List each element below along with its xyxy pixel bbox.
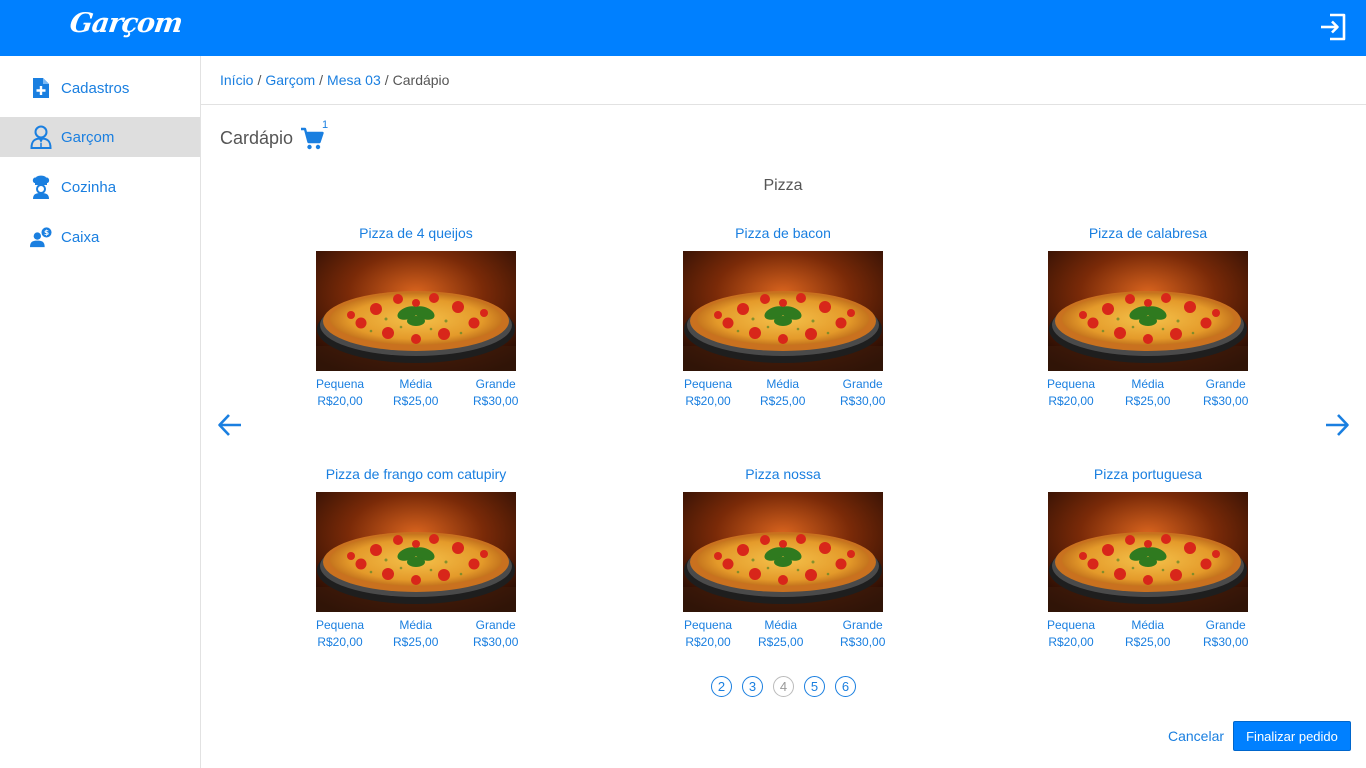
cart-badge: 1 — [322, 119, 329, 131]
waiter-icon — [30, 125, 52, 149]
breadcrumb-current: Cardápio — [392, 72, 450, 88]
top-bar: Garçom — [0, 0, 1366, 56]
sidebar-item-cozinha[interactable]: Cozinha — [0, 167, 200, 207]
price-large[interactable]: Grande R$30,00 — [1203, 617, 1248, 651]
price-large[interactable]: Grande R$30,00 — [840, 617, 885, 651]
page-button-5[interactable]: 5 — [804, 676, 825, 697]
pizza-image[interactable] — [1048, 492, 1248, 612]
arrow-right-icon[interactable] — [1323, 411, 1351, 439]
sidebar-item-cadastros[interactable]: Cadastros — [0, 68, 200, 108]
price-medium[interactable]: Média R$25,00 — [1125, 376, 1170, 410]
price-small[interactable]: Pequena R$20,00 — [684, 376, 732, 410]
sidebar: Cadastros Garçom Cozinha $ Caixa — [0, 56, 201, 768]
menu-item-name[interactable]: Pizza portuguesa — [1043, 466, 1253, 482]
menu-item-name[interactable]: Pizza de 4 queijos — [311, 225, 521, 241]
sidebar-item-label: Cozinha — [61, 178, 117, 196]
price-medium[interactable]: Média R$25,00 — [393, 376, 438, 410]
logout-icon[interactable] — [1318, 12, 1348, 42]
header-divider — [201, 104, 1366, 105]
arrow-left-icon[interactable] — [216, 411, 244, 439]
page-button-6[interactable]: 6 — [835, 676, 856, 697]
breadcrumb-garcom[interactable]: Garçom — [265, 72, 315, 88]
pizza-image[interactable] — [1048, 251, 1248, 371]
menu-item-name[interactable]: Pizza de bacon — [678, 225, 888, 241]
document-add-icon — [30, 77, 52, 99]
breadcrumb-mesa[interactable]: Mesa 03 — [327, 72, 381, 88]
page-title: Cardápio — [220, 128, 294, 148]
pizza-image[interactable] — [683, 251, 883, 371]
price-small[interactable]: Pequena R$20,00 — [684, 617, 732, 651]
price-medium[interactable]: Média R$25,00 — [758, 617, 803, 651]
price-medium[interactable]: Média R$25,00 — [1125, 617, 1170, 651]
menu-item-name[interactable]: Pizza de calabresa — [1043, 225, 1253, 241]
app-logo[interactable]: Garçom — [68, 8, 184, 39]
svg-text:$: $ — [44, 228, 49, 237]
page-button-4-current[interactable]: 4 — [773, 676, 794, 697]
price-large[interactable]: Grande R$30,00 — [473, 617, 518, 651]
sidebar-item-label: Caixa — [61, 228, 100, 246]
breadcrumb-separator: / — [257, 72, 262, 88]
sidebar-item-label: Garçom — [61, 128, 115, 146]
breadcrumb-separator: / — [319, 72, 324, 88]
price-small[interactable]: Pequena R$20,00 — [316, 376, 364, 410]
sidebar-item-label: Cadastros — [61, 79, 130, 97]
cashier-icon: $ — [30, 226, 52, 248]
breadcrumb-separator: / — [384, 72, 389, 88]
menu-item-name[interactable]: Pizza de frango com catupiry — [311, 466, 521, 482]
finish-order-button[interactable]: Finalizar pedido — [1233, 721, 1351, 751]
price-large[interactable]: Grande R$30,00 — [840, 376, 885, 410]
page-button-3[interactable]: 3 — [742, 676, 763, 697]
sidebar-item-caixa[interactable]: $ Caixa — [0, 217, 200, 257]
breadcrumb-inicio[interactable]: Início — [220, 72, 253, 88]
price-large[interactable]: Grande R$30,00 — [1203, 376, 1248, 410]
category-title: Pizza — [763, 177, 803, 194]
page-button-2[interactable]: 2 — [711, 676, 732, 697]
pizza-image[interactable] — [316, 492, 516, 612]
price-small[interactable]: Pequena R$20,00 — [316, 617, 364, 651]
price-medium[interactable]: Média R$25,00 — [393, 617, 438, 651]
cancel-button[interactable]: Cancelar — [1168, 728, 1224, 744]
breadcrumb: Início / Garçom / Mesa 03/Cardápio — [220, 72, 449, 88]
price-small[interactable]: Pequena R$20,00 — [1047, 617, 1095, 651]
menu-item-name[interactable]: Pizza nossa — [678, 466, 888, 482]
pizza-image[interactable] — [316, 251, 516, 371]
sidebar-item-garcom[interactable]: Garçom — [0, 117, 200, 157]
price-medium[interactable]: Média R$25,00 — [760, 376, 805, 410]
price-large[interactable]: Grande R$30,00 — [473, 376, 518, 410]
price-small[interactable]: Pequena R$20,00 — [1047, 376, 1095, 410]
cart-icon[interactable] — [300, 127, 324, 151]
pizza-image[interactable] — [683, 492, 883, 612]
chef-icon — [30, 175, 52, 199]
